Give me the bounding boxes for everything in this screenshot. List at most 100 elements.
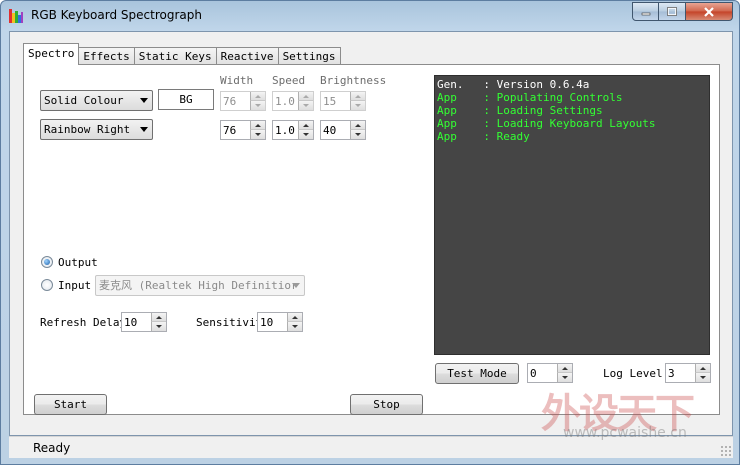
log-line: Gen. : Version 0.6.4a (437, 78, 707, 91)
spin-down-icon[interactable] (298, 101, 313, 110)
width-spinner-2-value: 76 (223, 124, 237, 137)
mode-select-2[interactable]: Rainbow Right (40, 119, 153, 140)
input-radio[interactable] (41, 279, 53, 291)
close-icon (704, 6, 714, 17)
log-separator: : (483, 78, 497, 91)
sensitivity-spinner[interactable]: 10 (257, 312, 303, 332)
mode-select-1-value: Solid Colour (44, 94, 124, 107)
tab-static-keys[interactable]: Static Keys (133, 47, 217, 65)
log-source: App (437, 117, 484, 130)
tab-strip: Spectro Effects Static Keys Reactive Set… (23, 43, 341, 65)
spin-up-icon[interactable] (350, 121, 365, 130)
spin-down-icon[interactable] (250, 101, 265, 110)
maximize-icon (667, 6, 677, 16)
app-window: RGB Keyboard Spectrograph Spectro Effect… (0, 0, 740, 465)
input-device-select[interactable]: 麦克风 (Realtek High Definitior (95, 275, 305, 296)
spin-up-icon[interactable] (250, 92, 265, 101)
log-separator: : (483, 117, 497, 130)
brightness-spinner-1-value: 15 (323, 95, 337, 108)
brightness-spinner-2[interactable]: 40 (320, 120, 366, 140)
close-button[interactable] (686, 2, 733, 21)
spin-down-icon[interactable] (250, 130, 265, 139)
resize-grip-icon[interactable] (720, 445, 731, 456)
log-level-spinner[interactable]: 3 (665, 363, 711, 383)
spin-down-icon[interactable] (151, 322, 166, 331)
width-spinner-1[interactable]: 76 (220, 91, 266, 111)
speed-spinner-2[interactable]: 1.0 (272, 120, 314, 140)
mode-select-2-value: Rainbow Right (44, 123, 131, 136)
test-value-spinner[interactable]: 0 (527, 363, 573, 383)
spin-up-icon[interactable] (287, 313, 302, 322)
spin-up-icon[interactable] (151, 313, 166, 322)
title-bar[interactable]: RGB Keyboard Spectrograph (1, 1, 739, 31)
spin-down-icon[interactable] (695, 373, 710, 382)
log-separator: : (483, 104, 497, 117)
chevron-down-icon (140, 98, 148, 103)
width-header: Width (220, 74, 254, 87)
input-device-value: 麦克风 (Realtek High Definitior (99, 279, 298, 292)
tab-spectro[interactable]: Spectro (23, 43, 80, 65)
chevron-down-icon (140, 127, 148, 132)
log-level-label: Log Level: (603, 367, 670, 380)
spin-down-icon[interactable] (557, 373, 572, 382)
color-picker-box[interactable]: BG (158, 89, 214, 110)
minimize-button[interactable] (632, 2, 659, 21)
log-message: Loading Settings (496, 104, 603, 117)
log-level-value: 3 (668, 367, 675, 380)
spin-down-icon[interactable] (350, 130, 365, 139)
mode-select-1[interactable]: Solid Colour (40, 90, 153, 111)
log-line: App : Ready (437, 130, 707, 143)
app-icon (9, 9, 23, 23)
log-message: Ready (496, 130, 530, 143)
tab-effects[interactable]: Effects (78, 47, 135, 65)
log-message: Populating Controls (496, 91, 623, 104)
brightness-header: Brightness (320, 74, 387, 87)
refresh-delay-value: 10 (124, 316, 138, 329)
status-bar: Ready (9, 436, 733, 458)
spin-down-icon[interactable] (350, 101, 365, 110)
spin-up-icon[interactable] (557, 364, 572, 373)
output-radio[interactable] (41, 256, 53, 268)
spin-up-icon[interactable] (298, 92, 313, 101)
log-source: Gen. (437, 78, 484, 91)
refresh-delay-spinner[interactable]: 10 (121, 312, 167, 332)
minimize-icon (641, 12, 650, 15)
status-text: Ready (33, 441, 71, 455)
log-separator: : (483, 91, 497, 104)
window-title: RGB Keyboard Spectrograph (31, 8, 202, 22)
spin-up-icon[interactable] (695, 364, 710, 373)
tab-settings[interactable]: Settings (277, 47, 341, 65)
spin-up-icon[interactable] (250, 121, 265, 130)
refresh-delay-label: Refresh Delay: (40, 316, 133, 329)
brightness-spinner-2-value: 40 (323, 124, 337, 137)
tab-reactive[interactable]: Reactive (215, 47, 279, 65)
speed-header: Speed (272, 74, 306, 87)
log-separator: : (483, 130, 497, 143)
chevron-down-icon (292, 283, 300, 288)
log-message: Version 0.6.4a (496, 78, 590, 91)
log-source: App (437, 91, 484, 104)
spin-up-icon[interactable] (350, 92, 365, 101)
maximize-button[interactable] (659, 2, 686, 21)
stop-button[interactable]: Stop (350, 394, 423, 415)
sensitivity-value: 10 (260, 316, 274, 329)
log-console[interactable]: Gen. : Version 0.6.4a App : Populating Co… (434, 75, 710, 355)
spin-down-icon[interactable] (287, 322, 302, 331)
test-mode-button[interactable]: Test Mode (435, 363, 519, 384)
start-button[interactable]: Start (34, 394, 107, 415)
spin-up-icon[interactable] (298, 121, 313, 130)
log-line: App : Loading Settings (437, 104, 707, 117)
spin-down-icon[interactable] (298, 130, 313, 139)
client-area: Spectro Effects Static Keys Reactive Set… (9, 31, 733, 436)
log-line: App : Loading Keyboard Layouts (437, 117, 707, 130)
output-label: Output (58, 256, 98, 269)
speed-spinner-2-value: 1.0 (275, 124, 295, 137)
input-label: Input (58, 279, 92, 292)
width-spinner-2[interactable]: 76 (220, 120, 266, 140)
brightness-spinner-1[interactable]: 15 (320, 91, 366, 111)
speed-spinner-1[interactable]: 1.0 (272, 91, 314, 111)
log-message: Loading Keyboard Layouts (496, 117, 656, 130)
width-spinner-1-value: 76 (223, 95, 237, 108)
spectro-panel: Width Speed Brightness Solid Colour BG 7… (23, 64, 720, 415)
log-source: App (437, 130, 484, 143)
